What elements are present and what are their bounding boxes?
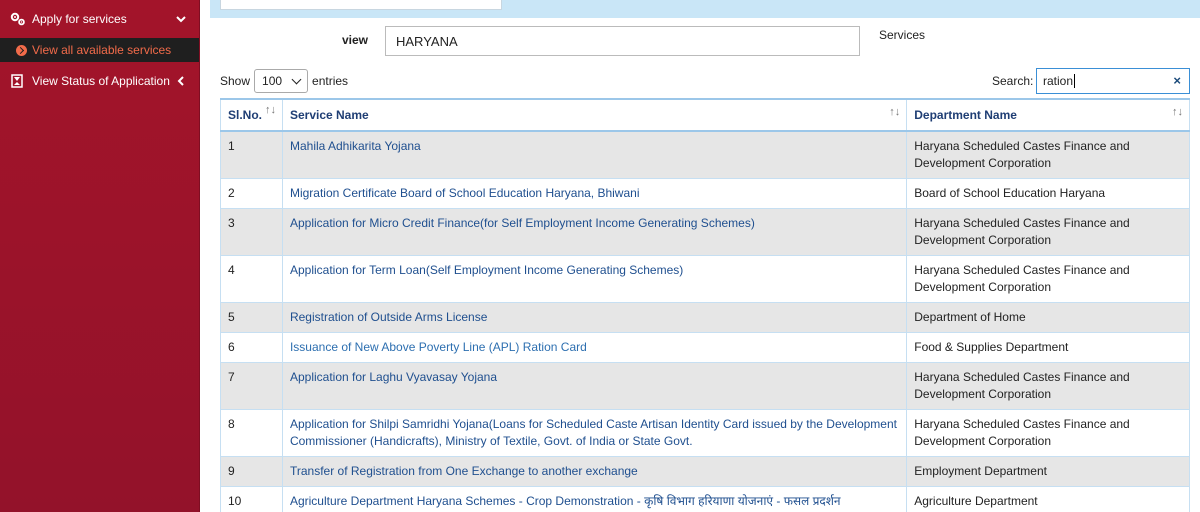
entries-label: entries <box>312 74 349 88</box>
cell-slno: 8 <box>220 408 283 457</box>
cell-department: Board of School Education Haryana <box>906 177 1190 209</box>
sidebar-item-view-status[interactable]: View Status of Application <box>0 62 199 100</box>
cell-department: Food & Supplies Department <box>906 331 1190 363</box>
cell-slno: 7 <box>220 361 283 410</box>
text-cursor <box>1074 74 1076 88</box>
header-label: Sl.No. <box>228 108 263 122</box>
gears-icon <box>10 12 26 26</box>
top-band <box>210 0 1200 18</box>
cell-slno: 4 <box>220 254 283 303</box>
service-link[interactable]: Mahila Adhikarita Yojana <box>281 130 908 179</box>
sort-icon: ↑↓ <box>889 106 901 118</box>
service-link[interactable]: Application for Micro Credit Finance(for… <box>281 207 908 256</box>
header-label: Department Name <box>914 108 1017 122</box>
service-link[interactable]: Agriculture Department Haryana Schemes -… <box>281 485 908 512</box>
cell-slno: 6 <box>220 331 283 363</box>
sidebar-item-label: View Status of Application <box>32 74 170 88</box>
cell-department: Haryana Scheduled Castes Finance and Dev… <box>906 130 1190 179</box>
column-header-department-name[interactable]: Department Name ↑↓ <box>906 98 1190 132</box>
service-link[interactable]: Transfer of Registration from One Exchan… <box>281 455 908 487</box>
column-header-slno[interactable]: Sl.No. ↑↓ <box>220 98 283 132</box>
cell-department: Haryana Scheduled Castes Finance and Dev… <box>906 408 1190 457</box>
cell-department: Haryana Scheduled Castes Finance and Dev… <box>906 207 1190 256</box>
clear-search-icon[interactable]: × <box>1173 73 1181 88</box>
cell-slno: 1 <box>220 130 283 179</box>
cell-department: Haryana Scheduled Castes Finance and Dev… <box>906 361 1190 410</box>
sidebar-item-label: Apply for services <box>32 12 127 26</box>
table-row: 5 Registration of Outside Arms License D… <box>220 301 1190 333</box>
main-content: view HARYANA Services Show 100 entries S… <box>210 18 1200 512</box>
table-row: 7 Application for Laghu Vyavasay Yojana … <box>220 361 1190 410</box>
table-row: 6 Issuance of New Above Poverty Line (AP… <box>220 331 1190 363</box>
services-table: Sl.No. ↑↓ Service Name ↑↓ Department Name ↑… <box>220 98 1190 512</box>
cell-department: Agriculture Department <box>906 485 1190 512</box>
cell-slno: 3 <box>220 207 283 256</box>
cell-department: Employment Department <box>906 455 1190 487</box>
view-input[interactable]: HARYANA <box>385 26 860 56</box>
sidebar-item-view-all-services[interactable]: View all available services <box>0 38 199 62</box>
services-label: Services <box>879 28 926 42</box>
header-label: Service Name <box>289 108 369 122</box>
sort-asc-icon: ↑↓ <box>264 104 276 116</box>
entries-select-value: 100 <box>262 74 283 88</box>
table-row: 8 Application for Shilpi Samridhi Yojana… <box>220 408 1190 457</box>
cell-slno: 9 <box>220 455 283 487</box>
search-input[interactable]: ration × <box>1036 68 1190 94</box>
chevron-down-icon <box>175 13 187 25</box>
view-label: view <box>342 33 369 47</box>
hourglass-icon <box>10 74 26 88</box>
top-tab <box>220 0 502 10</box>
show-entries: Show 100 entries <box>220 69 348 93</box>
table-row: 2 Migration Certificate Board of School … <box>220 177 1190 209</box>
service-link[interactable]: Registration of Outside Arms License <box>281 301 908 333</box>
cell-slno: 5 <box>220 301 283 333</box>
column-header-service-name[interactable]: Service Name ↑↓ <box>281 98 908 132</box>
cell-slno: 10 <box>220 485 283 512</box>
search-label: Search: <box>992 74 1034 88</box>
sidebar-item-label: View all available services <box>32 43 172 57</box>
service-link[interactable]: Migration Certificate Board of School Ed… <box>281 177 908 209</box>
chevron-down-icon <box>291 74 302 85</box>
cell-department: Haryana Scheduled Castes Finance and Dev… <box>906 254 1190 303</box>
cell-department: Department of Home <box>906 301 1190 333</box>
arrow-circle-right-icon <box>16 44 27 56</box>
table-row: 1 Mahila Adhikarita Yojana Haryana Sched… <box>220 130 1190 179</box>
table-row: 3 Application for Micro Credit Finance(f… <box>220 207 1190 256</box>
cell-slno: 2 <box>220 177 283 209</box>
chevron-left-icon <box>175 75 187 87</box>
sidebar-item-apply-for-services[interactable]: Apply for services <box>0 0 199 38</box>
table-row: 10 Agriculture Department Haryana Scheme… <box>220 485 1190 512</box>
entries-select[interactable]: 100 <box>254 69 309 93</box>
service-link[interactable]: Issuance of New Above Poverty Line (APL)… <box>281 331 908 363</box>
sort-icon: ↑↓ <box>1172 106 1183 118</box>
search-value: ration <box>1043 74 1074 88</box>
service-link[interactable]: Application for Term Loan(Self Employmen… <box>281 254 908 303</box>
service-link[interactable]: Application for Shilpi Samridhi Yojana(L… <box>281 408 908 457</box>
show-label: Show <box>220 74 251 88</box>
sidebar: Apply for services View all available se… <box>0 0 200 512</box>
service-link[interactable]: Application for Laghu Vyavasay Yojana <box>281 361 908 410</box>
table-row: 9 Transfer of Registration from One Exch… <box>220 455 1190 487</box>
table-row: 4 Application for Term Loan(Self Employm… <box>220 254 1190 303</box>
